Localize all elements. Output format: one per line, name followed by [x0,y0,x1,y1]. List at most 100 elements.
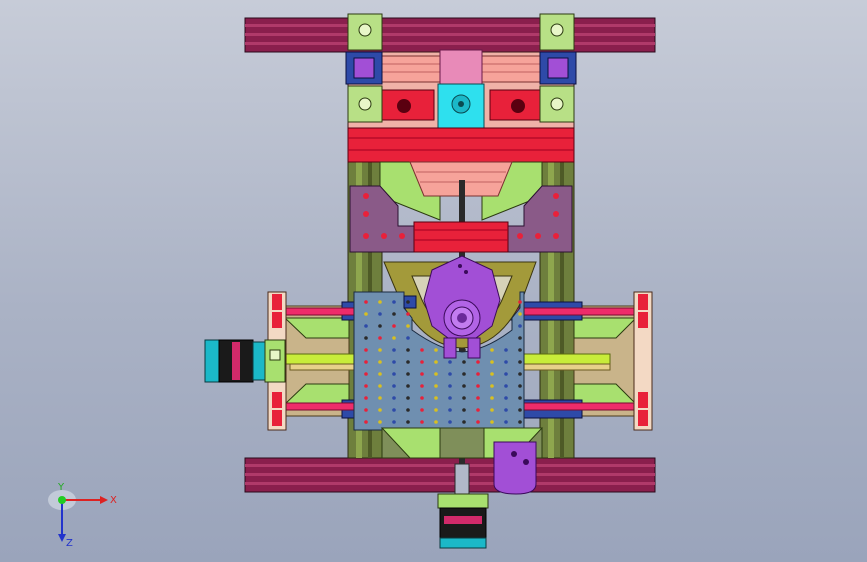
bottom-frame-bar[interactable] [244,457,656,493]
table-hole [518,384,522,388]
table-hole [462,384,466,388]
table-hole [462,360,466,364]
screw-coupler[interactable] [454,463,470,495]
table-hole [434,420,438,424]
table-hole [462,348,466,352]
table-hole [406,348,410,352]
table-hole [406,324,410,328]
table-hole [364,348,368,352]
table-hole [378,384,382,388]
right-end-bearing-block[interactable] [633,291,653,431]
table-hole [392,300,396,304]
table-hole [420,348,424,352]
table-hole [420,372,424,376]
table-hole [448,420,452,424]
top-right-bracket[interactable] [539,13,577,123]
table-hole [518,312,522,316]
table-hole [406,384,410,388]
table-hole [364,360,368,364]
table-hole [490,360,494,364]
cad-assembly-view[interactable] [0,0,867,562]
table-hole [504,420,508,424]
table-hole [448,408,452,412]
table-hole [364,420,368,424]
table-hole [434,384,438,388]
top-left-bracket[interactable] [345,13,383,123]
top-frame-bar[interactable] [244,17,656,53]
table-hole [490,396,494,400]
table-hole [406,300,410,304]
table-hole [476,420,480,424]
table-hole [490,408,494,412]
table-hole [392,360,396,364]
x-axis-label: X [110,495,117,506]
table-hole [504,360,508,364]
table-hole [462,396,466,400]
table-hole [378,312,382,316]
table-hole [364,384,368,388]
table-hole [378,372,382,376]
table-hole [392,312,396,316]
table-hole [518,360,522,364]
table-hole [406,360,410,364]
table-hole [392,324,396,328]
table-hole [420,396,424,400]
y-axis-dot [58,496,66,504]
table-hole [518,372,522,376]
table-hole [476,408,480,412]
table-hole [518,336,522,340]
table-hole [490,384,494,388]
table-hole [392,420,396,424]
table-hole [392,348,396,352]
table-hole [406,372,410,376]
table-hole [490,372,494,376]
table-hole [434,372,438,376]
table-hole [490,348,494,352]
table-hole [378,336,382,340]
y-stepper-motor[interactable] [437,493,489,549]
table-hole [504,408,508,412]
table-hole [392,396,396,400]
table-hole [420,384,424,388]
purple-clamp[interactable] [493,441,537,495]
table-hole [406,312,410,316]
table-hole [378,360,382,364]
table-hole [518,348,522,352]
table-hole [434,408,438,412]
table-hole [364,408,368,412]
table-hole [448,372,452,376]
table-hole [490,420,494,424]
cad-viewport[interactable]: X Y Z [0,0,867,562]
table-hole [364,396,368,400]
table-hole [448,384,452,388]
table-hole [504,372,508,376]
table-hole [378,300,382,304]
orientation-triad[interactable]: X Y Z [40,478,120,548]
table-hole [378,324,382,328]
table-hole [392,384,396,388]
table-hole [518,408,522,412]
table-hole [364,372,368,376]
table-hole [364,300,368,304]
table-hole [434,396,438,400]
table-hole [504,396,508,400]
upper-red-crossbeam[interactable] [347,127,575,163]
table-hole [504,384,508,388]
table-hole [406,420,410,424]
table-hole [448,396,452,400]
table-hole [420,408,424,412]
table-hole [420,360,424,364]
table-hole [420,420,424,424]
table-hole [378,396,382,400]
table-hole [504,348,508,352]
y-axis-label: Y [57,482,65,493]
table-hole [462,372,466,376]
table-hole [434,348,438,352]
table-hole [476,372,480,376]
table-hole [518,396,522,400]
middle-red-crossbeam[interactable] [413,221,509,253]
table-hole [518,324,522,328]
x-stepper-motor[interactable] [204,339,286,383]
table-hole [406,408,410,412]
table-hole [378,348,382,352]
